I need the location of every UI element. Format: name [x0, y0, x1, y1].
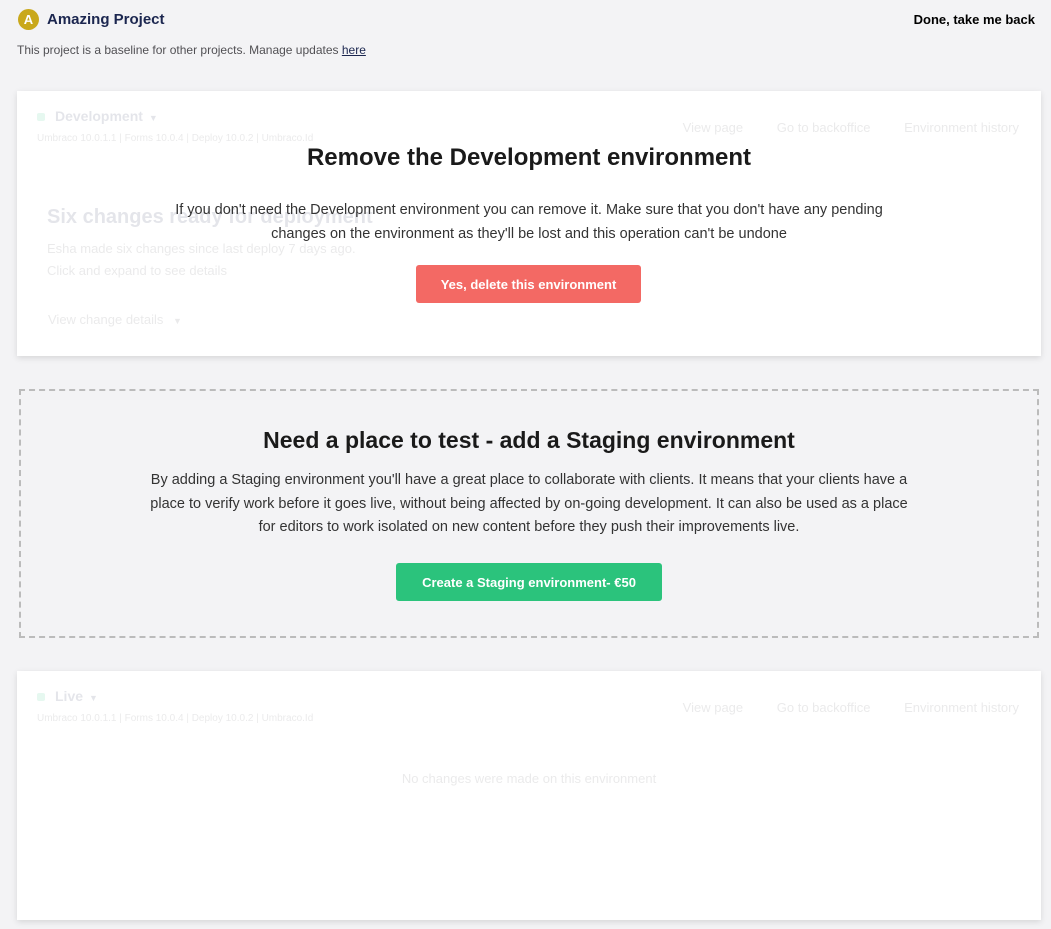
live-versions: Umbraco 10.0.1.1 | Forms 10.0.4 | Deploy…	[37, 713, 314, 724]
page-header: A Amazing Project Done, take me back Thi…	[0, 0, 1051, 70]
baseline-text: This project is a baseline for other pro…	[17, 43, 342, 57]
add-staging-card: Need a place to test - add a Staging env…	[19, 389, 1039, 638]
create-staging-button[interactable]: Create a Staging environment- €50	[396, 563, 662, 601]
live-env-name: Live	[55, 688, 84, 704]
live-actions: View page Go to backoffice Environment h…	[653, 700, 1019, 715]
remove-title: Remove the Development environment	[306, 144, 752, 171]
development-environment-card: Development ▼ Umbraco 10.0.1.1 | Forms 10…	[17, 91, 1041, 356]
manage-updates-link[interactable]: here	[342, 43, 366, 57]
done-button[interactable]: Done, take me back	[914, 12, 1035, 27]
delete-environment-button[interactable]: Yes, delete this environment	[416, 265, 641, 303]
environment-history-link[interactable]: Environment history	[904, 700, 1019, 715]
remove-description: If you don't need the Development enviro…	[175, 202, 883, 242]
status-dot-icon	[37, 693, 45, 701]
baseline-note: This project is a baseline for other pro…	[17, 43, 366, 57]
staging-title: Need a place to test - add a Staging env…	[263, 427, 795, 453]
live-env-header[interactable]: Live ▼	[37, 688, 98, 704]
backoffice-link[interactable]: Go to backoffice	[777, 700, 871, 715]
project-title: Amazing Project	[47, 11, 165, 28]
view-page-link[interactable]: View page	[683, 700, 743, 715]
live-environment-card: Live ▼ Umbraco 10.0.1.1 | Forms 10.0.4 | …	[17, 671, 1041, 920]
live-empty-message: No changes were made on this environment	[401, 771, 657, 786]
remove-environment-panel: Remove the Development environment If yo…	[17, 91, 1041, 356]
project-badge: A	[18, 9, 39, 30]
staging-description: By adding a Staging environment you'll h…	[150, 472, 908, 535]
chevron-down-icon: ▼	[89, 693, 98, 703]
